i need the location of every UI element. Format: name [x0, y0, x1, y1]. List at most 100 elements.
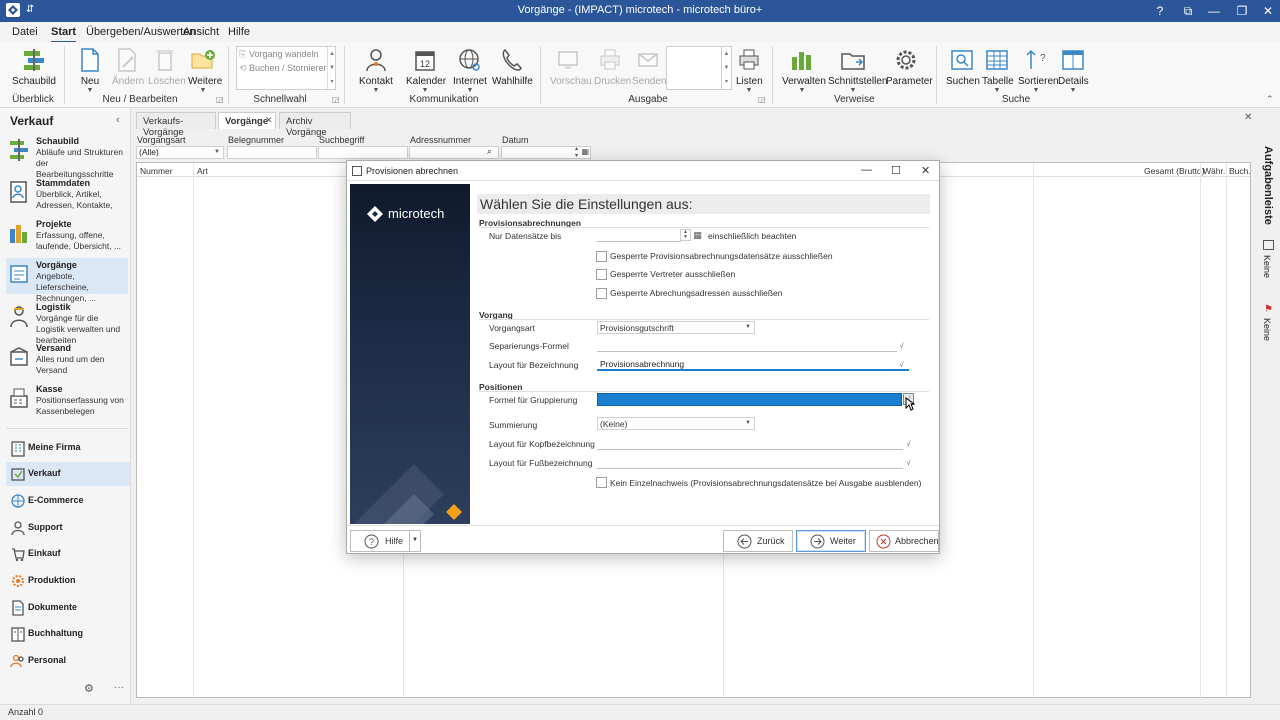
- task-pane-item-2[interactable]: Keine: [1262, 318, 1272, 341]
- module-meine-firma[interactable]: Meine Firma: [6, 436, 130, 460]
- schaubild-button[interactable]: Schaubild: [12, 46, 56, 87]
- col-header-gesamt[interactable]: Gesamt (Brutto): [1144, 166, 1204, 176]
- neu-button[interactable]: Neu ▼: [76, 46, 104, 95]
- formel-gruppierung-input[interactable]: [597, 393, 902, 406]
- kontakt-button[interactable]: Kontakt ▼: [358, 46, 394, 95]
- close-tab-icon[interactable]: ✕: [265, 115, 273, 126]
- weitere-button[interactable]: Weitere ▼: [188, 46, 222, 95]
- minimize-icon[interactable]: —: [1200, 0, 1228, 22]
- ausgabe-gallery[interactable]: [666, 46, 722, 90]
- separierung-input[interactable]: [597, 339, 897, 352]
- schnellwahl-gallery[interactable]: ⎘ Vorgang wandeln ⟲ Buchen / Stornieren ▲ ▼…: [236, 46, 336, 90]
- summierung-select[interactable]: (Keine) ▼: [597, 417, 755, 430]
- col-header-waehr[interactable]: Währ.: [1203, 166, 1225, 176]
- filter-vorgangsart-select[interactable]: (Alle) ▼: [136, 146, 224, 159]
- tab-hilfe[interactable]: Hilfe: [228, 26, 250, 38]
- vorschau-button[interactable]: Vorschau: [550, 46, 592, 87]
- senden-button[interactable]: Senden: [632, 46, 666, 87]
- formula-icon[interactable]: √: [896, 359, 907, 371]
- kein-einzelnachweis-checkbox[interactable]: [596, 477, 607, 488]
- nav-item-schaubild[interactable]: Schaubild Abläufe und Strukturen der Bea…: [6, 134, 128, 179]
- module-dokumente[interactable]: Dokumente: [6, 596, 130, 620]
- nav-item-projekte[interactable]: Projekte Erfassung, offene, laufende, Üb…: [6, 217, 128, 253]
- formula-icon[interactable]: √: [903, 438, 914, 450]
- spinner-icon[interactable]: ▴ ▾: [575, 146, 578, 160]
- filter-belegnummer-input[interactable]: [227, 146, 317, 159]
- hilfe-dropdown[interactable]: ▼: [409, 530, 421, 552]
- schnittstellen-button[interactable]: Schnittstellen ▼: [828, 46, 887, 95]
- nav-item-vorgaenge[interactable]: Vorgänge Angebote, Lieferscheine, Rechnu…: [6, 258, 128, 303]
- gesperrte-adressen-checkbox[interactable]: [596, 288, 607, 299]
- tab-start[interactable]: Start: [51, 26, 77, 43]
- dialog-close-icon[interactable]: ✕: [921, 164, 930, 177]
- module-e-commerce[interactable]: E-Commerce: [6, 489, 130, 513]
- search-icon[interactable]: ⌕: [487, 146, 498, 159]
- spinner-icon[interactable]: ▲ ▼: [680, 229, 691, 241]
- vorgangsart-select[interactable]: Provisionsgutschrift ▼: [597, 321, 755, 334]
- sortieren-button[interactable]: ? Sortieren ▼: [1018, 46, 1059, 95]
- internet-button[interactable]: Internet ▼: [452, 46, 488, 95]
- gesperrte-provisions-checkbox[interactable]: [596, 251, 607, 262]
- filter-datum-input[interactable]: ▴ ▾ ▦: [501, 146, 591, 159]
- dialog-launcher-icon[interactable]: ◲: [758, 95, 766, 104]
- module-personal[interactable]: Personal: [6, 649, 130, 673]
- nav-item-kasse[interactable]: Kasse Positionserfassung von Kassenbeleg…: [6, 382, 128, 418]
- nav-item-versand[interactable]: Versand Alles rund um den Versand: [6, 341, 128, 377]
- calendar-icon[interactable]: ▦: [692, 229, 703, 241]
- close-icon[interactable]: ✕: [1254, 0, 1280, 22]
- listen-button[interactable]: Listen ▼: [736, 46, 763, 95]
- calendar-icon[interactable]: ▦: [581, 147, 589, 156]
- gesperrte-adressen-label[interactable]: Gesperrte Abrechungsadressen ausschließe…: [610, 288, 782, 298]
- maximize-icon[interactable]: ❐: [1228, 0, 1256, 22]
- module-buchhaltung[interactable]: Buchhaltung: [6, 622, 130, 646]
- module-support[interactable]: Support: [6, 516, 130, 540]
- help-icon[interactable]: ?: [1146, 0, 1174, 22]
- collapse-ribbon-icon[interactable]: ⌃: [1266, 94, 1274, 105]
- collapse-nav-icon[interactable]: ‹: [116, 114, 120, 126]
- configure-modules-icon[interactable]: ⚙: [84, 682, 94, 695]
- task-pane-title[interactable]: Aufgabenleiste: [1262, 146, 1274, 225]
- col-header-nummer[interactable]: Nummer: [140, 166, 173, 176]
- kein-einzelnachweis-label[interactable]: Kein Einzelnachweis (Provisionsabrechnun…: [610, 478, 921, 488]
- ausgabe-gallery-scroll[interactable]: ▲ ▼ ▾: [722, 46, 732, 90]
- filter-suchbegriff-input[interactable]: [318, 146, 408, 159]
- tab-uebergeben[interactable]: Übergeben/Auswerten: [86, 26, 195, 38]
- buchen-stornieren-item[interactable]: ⟲ Buchen / Stornieren: [239, 63, 329, 74]
- abbrechen-button[interactable]: Abbrechen: [869, 530, 939, 552]
- task-pane-item-1[interactable]: Keine: [1262, 255, 1272, 278]
- tab-datei[interactable]: Datei: [12, 26, 38, 38]
- more-icon[interactable]: ···: [114, 682, 124, 693]
- verwalten-button[interactable]: Verwalten ▼: [782, 46, 826, 95]
- weiter-button[interactable]: Weiter: [796, 530, 866, 552]
- close-document-icon[interactable]: ✕: [1244, 112, 1252, 123]
- tabelle-button[interactable]: Tabelle ▼: [982, 46, 1014, 95]
- nav-item-stammdaten[interactable]: Stammdaten Überblick, Artikel, Adressen,…: [6, 176, 128, 212]
- details-button[interactable]: Details ▼: [1058, 46, 1089, 95]
- module-einkauf[interactable]: Einkauf: [6, 542, 130, 566]
- module-produktion[interactable]: Produktion: [6, 569, 130, 593]
- tab-archiv-vorgaenge[interactable]: Archiv Vorgänge: [279, 112, 351, 138]
- dialog-minimize-icon[interactable]: —: [861, 164, 872, 176]
- drucken-button[interactable]: Drucken: [594, 46, 631, 87]
- restore-ribbon-icon[interactable]: ⧉: [1174, 0, 1202, 22]
- wahlhilfe-button[interactable]: Wahlhilfe: [492, 46, 533, 87]
- kalender-button[interactable]: 12 Kalender ▼: [406, 46, 446, 95]
- dialog-launcher-icon[interactable]: ◲: [216, 95, 224, 104]
- parameter-button[interactable]: Parameter: [886, 46, 933, 87]
- col-header-art[interactable]: Art: [197, 166, 208, 176]
- gesperrte-provisions-label[interactable]: Gesperrte Provisionsabrechnungsdatensätz…: [610, 251, 833, 261]
- zurueck-button[interactable]: Zurück: [723, 530, 793, 552]
- formula-icon[interactable]: √: [896, 340, 907, 352]
- module-verkauf[interactable]: Verkauf: [6, 462, 130, 486]
- gesperrte-vertreter-label[interactable]: Gesperrte Vertreter ausschließen: [610, 269, 735, 279]
- aendern-button[interactable]: Ändern: [112, 46, 144, 87]
- nav-item-logistik[interactable]: Logistik Vorgänge für die Logistik verwa…: [6, 300, 128, 345]
- nur-datensaetze-input[interactable]: [597, 229, 681, 242]
- dialog-launcher-icon[interactable]: ◲: [332, 95, 340, 104]
- dialog-maximize-icon[interactable]: ☐: [891, 164, 901, 177]
- layout-bezeichnung-input[interactable]: Provisionsabrechnung: [597, 358, 909, 371]
- vorgang-wandeln-item[interactable]: ⎘ Vorgang wandeln: [239, 49, 319, 60]
- loeschen-button[interactable]: Löschen: [148, 46, 186, 87]
- suchen-button[interactable]: Suchen: [946, 46, 980, 87]
- formula-icon[interactable]: √: [903, 457, 914, 469]
